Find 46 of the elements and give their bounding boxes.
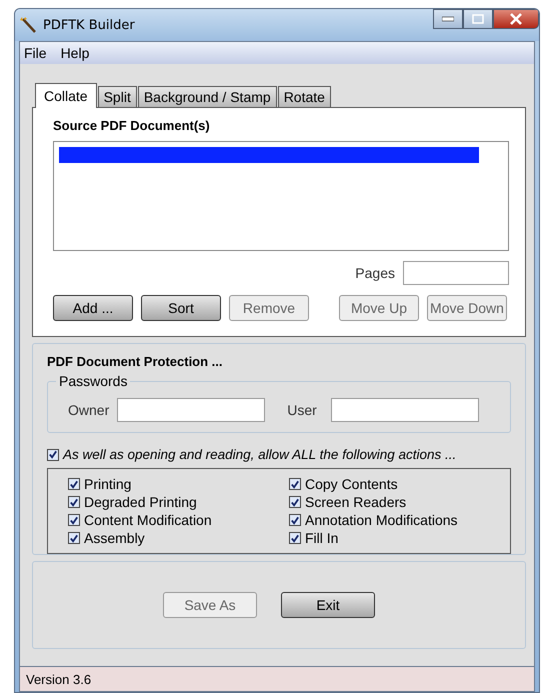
- tab[interactable]: Rotate: [278, 86, 331, 107]
- checkbox[interactable]: [68, 514, 80, 526]
- wand-icon: [19, 16, 37, 34]
- pages-field[interactable]: [403, 261, 509, 285]
- maximize-icon: [472, 14, 484, 24]
- close-button[interactable]: [493, 9, 539, 29]
- checkbox[interactable]: [289, 532, 301, 544]
- maximize-button[interactable]: [463, 9, 493, 29]
- checkbox[interactable]: [68, 478, 80, 490]
- checkbox[interactable]: [289, 478, 301, 490]
- section-title: Source PDF Document(s): [53, 118, 211, 133]
- checkbox[interactable]: [68, 532, 80, 544]
- version-text: Version 3.6: [26, 672, 92, 686]
- action-button[interactable]: Exit: [281, 592, 375, 618]
- checkbox-label: Copy Contents: [305, 476, 398, 492]
- checkbox-label: Annotation Modifications: [305, 512, 458, 528]
- checkbox-label: Degraded Printing: [84, 494, 197, 510]
- checkbox[interactable]: [47, 448, 59, 460]
- list-button[interactable]: Sort: [141, 295, 221, 321]
- checkbox-label: Screen Readers: [305, 494, 406, 510]
- close-icon: [509, 13, 523, 25]
- document-list[interactable]: [53, 141, 509, 251]
- minimize-icon: [442, 16, 454, 22]
- checkbox[interactable]: [289, 496, 301, 508]
- checkbox-label: As well as opening and reading, allow ALL the following actions ...: [63, 447, 456, 462]
- tab[interactable]: Background / Stamp: [138, 86, 277, 107]
- checkbox-label: Content Modification: [84, 512, 212, 528]
- checkbox[interactable]: [68, 496, 80, 508]
- pages-label: Pages: [355, 265, 395, 281]
- owner-label: Owner: [68, 402, 110, 418]
- checkbox-label: Assembly: [84, 530, 145, 546]
- tab[interactable]: Split: [98, 86, 137, 107]
- checkbox-label: Fill In: [305, 530, 338, 546]
- tab[interactable]: Collate: [35, 83, 97, 108]
- checkbox[interactable]: [289, 514, 301, 526]
- minimize-button[interactable]: [433, 9, 463, 29]
- checkbox-label: Printing: [84, 476, 132, 492]
- group-title: Passwords: [56, 373, 130, 389]
- owner-field[interactable]: [117, 398, 266, 422]
- window-title: PDFTK Builder: [43, 18, 135, 32]
- user-field[interactable]: [330, 398, 479, 422]
- menu-item[interactable]: Help: [60, 45, 90, 61]
- list-button[interactable]: Add ...: [53, 295, 133, 321]
- section-title: PDF Document Protection ...: [47, 354, 224, 369]
- menu-item[interactable]: File: [24, 45, 47, 61]
- user-label: User: [287, 402, 317, 418]
